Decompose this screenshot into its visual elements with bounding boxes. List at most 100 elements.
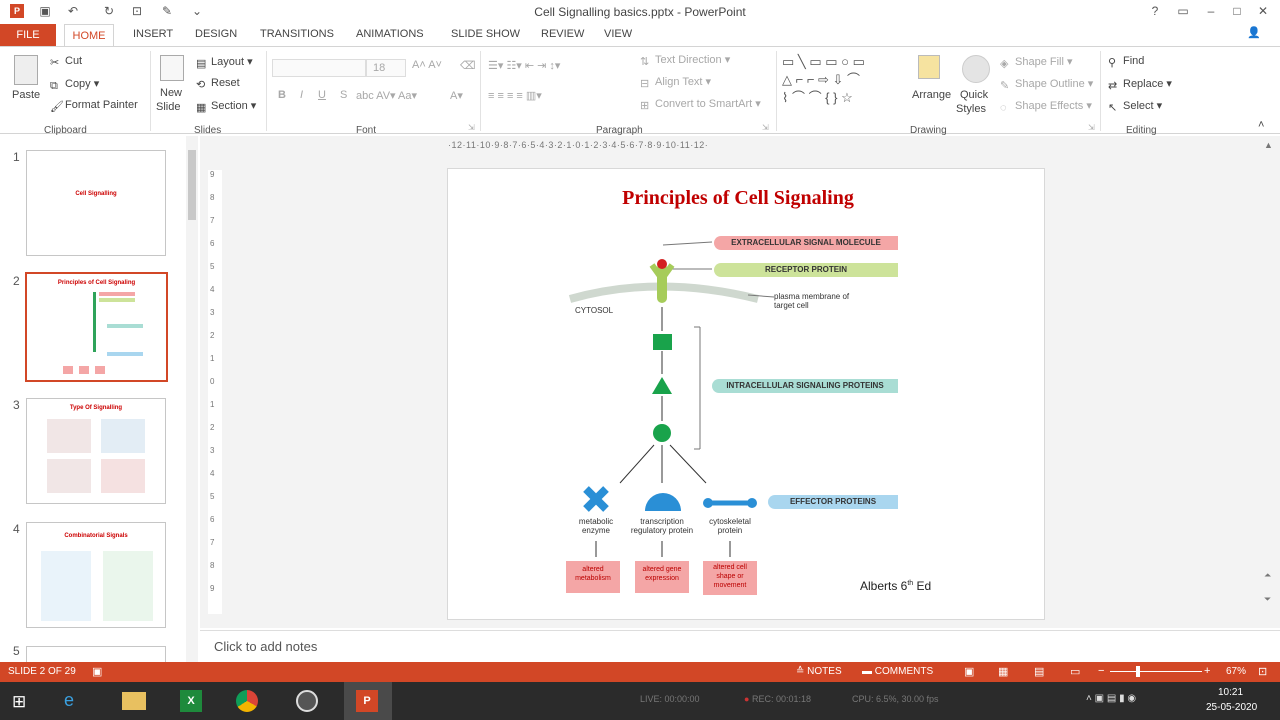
new-slide-icon[interactable] <box>160 55 184 81</box>
internet-explorer-icon[interactable]: e <box>64 690 74 711</box>
tab-transitions[interactable]: TRANSITIONS <box>260 28 334 40</box>
slide-thumbnail[interactable] <box>26 646 166 662</box>
copy-button[interactable]: ⧉ Copy ▾ <box>50 77 99 92</box>
bullets-icon[interactable]: ☰▾ ☷▾ ⇤ ⇥ ↕▾ <box>488 59 560 72</box>
shape-fill-button[interactable]: ◈ Shape Fill ▾ <box>1000 55 1073 70</box>
scroll-thumb[interactable] <box>188 150 196 220</box>
windows-start-icon[interactable]: ⊞ <box>12 692 26 712</box>
label-effector-1[interactable]: metabolic enzyme <box>570 517 622 535</box>
zoom-out-icon[interactable]: − <box>1098 665 1104 677</box>
find-button[interactable]: ⚲ Find <box>1108 55 1144 69</box>
clock-date[interactable]: 25-05-2020 <box>1206 702 1257 713</box>
slide-thumbnail[interactable]: Type Of Signalling <box>26 398 166 504</box>
zoom-slider-thumb[interactable] <box>1136 666 1140 677</box>
collapse-ribbon-icon[interactable]: ˄ <box>1258 119 1264 131</box>
shadow-button[interactable]: S <box>340 89 347 101</box>
slide-thumbnail-selected[interactable]: Principles of Cell Signaling <box>25 272 168 382</box>
label-membrane-1[interactable]: plasma membrane of <box>774 292 849 301</box>
italic-button[interactable]: I <box>300 89 303 101</box>
zoom-slider[interactable] <box>1110 671 1202 672</box>
label-membrane-2[interactable]: target cell <box>774 301 809 310</box>
tab-file[interactable]: FILE <box>0 24 56 46</box>
shape-outline-button[interactable]: ✎ Shape Outline ▾ <box>1000 77 1093 92</box>
paste-icon[interactable] <box>14 55 38 85</box>
font-size-input[interactable]: 18 <box>366 59 406 77</box>
file-explorer-icon[interactable] <box>122 692 146 710</box>
cut-button[interactable]: ✂ Cut <box>50 55 82 69</box>
zoom-level[interactable]: 67% <box>1226 666 1246 677</box>
label-intracellular[interactable]: INTRACELLULAR SIGNALING PROTEINS <box>712 379 898 393</box>
tab-view[interactable]: VIEW <box>604 28 632 40</box>
format-painter-button[interactable]: 🖌Format Painter <box>50 99 138 113</box>
outcome-metabolism[interactable]: altered metabolism <box>566 561 620 593</box>
tab-insert[interactable]: INSERT <box>133 28 173 40</box>
label-receptor[interactable]: RECEPTOR PROTEIN <box>714 263 898 277</box>
convert-smartart-button[interactable]: ⊞ Convert to SmartArt ▾ <box>640 97 761 112</box>
slide-sorter-icon[interactable]: ▦ <box>998 665 1008 678</box>
notes-placeholder[interactable]: Click to add notes <box>214 639 317 654</box>
arrange-icon[interactable] <box>918 55 940 79</box>
drawing-dialog-launcher-icon[interactable]: ⇲ <box>1088 123 1095 132</box>
character-spacing-icon[interactable]: abc AV▾ Aa▾ <box>356 89 417 102</box>
close-icon[interactable]: ✕ <box>1256 4 1270 18</box>
underline-button[interactable]: U <box>318 89 326 101</box>
notes-button[interactable]: ≙ NOTES <box>796 666 842 677</box>
replace-button[interactable]: ⇄ Replace ▾ <box>1108 77 1172 92</box>
paste-button[interactable]: Paste <box>12 89 40 101</box>
tab-review[interactable]: REVIEW <box>541 28 584 40</box>
reset-button[interactable]: ⟲ Reset <box>196 77 240 91</box>
tab-animations[interactable]: ANIMATIONS <box>356 28 424 40</box>
select-button[interactable]: ↖ Select ▾ <box>1108 99 1162 114</box>
notes-pane[interactable]: Click to add notes <box>200 630 1280 662</box>
align-icons[interactable]: ≡ ≡ ≡ ≡ ▥▾ <box>488 89 542 102</box>
arrange-button[interactable]: Arrange <box>912 89 951 101</box>
tab-slide-show[interactable]: SLIDE SHOW <box>451 28 520 40</box>
new-slide-button[interactable]: New <box>160 87 182 99</box>
shape-effects-button[interactable]: ◌ Shape Effects ▾ <box>1000 99 1092 114</box>
bold-button[interactable]: B <box>278 89 286 101</box>
chrome-icon[interactable] <box>236 690 258 712</box>
comments-button[interactable]: ▬ COMMENTS <box>862 666 933 677</box>
help-icon[interactable]: ? <box>1148 4 1162 18</box>
grow-font-icon[interactable]: A˄ A˅ <box>412 59 442 71</box>
maximize-icon[interactable]: □ <box>1230 4 1244 18</box>
quick-styles-icon[interactable] <box>962 55 990 83</box>
outcome-cell-shape[interactable]: altered cell shape or movement <box>703 561 757 595</box>
obs-icon[interactable] <box>296 690 318 712</box>
label-effector[interactable]: EFFECTOR PROTEINS <box>768 495 898 509</box>
fit-to-window-icon[interactable]: ⊡ <box>1258 665 1267 678</box>
powerpoint-taskbar-button[interactable]: P <box>344 682 392 720</box>
font-name-input[interactable] <box>272 59 366 77</box>
reading-view-icon[interactable]: ▤ <box>1034 665 1044 678</box>
zoom-in-icon[interactable]: + <box>1204 665 1210 677</box>
slideshow-icon[interactable]: ▭ <box>1070 665 1080 678</box>
outcome-gene-expression[interactable]: altered gene expression <box>635 561 689 593</box>
text-direction-button[interactable]: ⇅ Text Direction ▾ <box>640 53 730 68</box>
minimize-icon[interactable]: – <box>1204 4 1218 18</box>
shapes-gallery[interactable]: ▭ ╲ ▭ ▭ ○ ▭ △ ⌐ ⌐ ⇨ ⇩ ⌒ ⌇ ⌒ ⌒ { } ☆ <box>782 53 906 111</box>
slide-thumbnail[interactable]: Combinatorial Signals <box>26 522 166 628</box>
section-button[interactable]: ▦ Section ▾ <box>196 99 256 114</box>
paragraph-dialog-launcher-icon[interactable]: ⇲ <box>762 123 769 132</box>
slide-thumbnail[interactable]: Cell Signalling <box>26 150 166 256</box>
normal-view-icon[interactable]: ▣ <box>964 665 974 678</box>
slide-canvas[interactable]: Principles of Cell Signaling EXTRACELLUL… <box>447 168 1045 620</box>
font-dialog-launcher-icon[interactable]: ⇲ <box>468 123 475 132</box>
ribbon-display-options-icon[interactable]: ▭ <box>1176 4 1190 18</box>
tab-home[interactable]: HOME <box>64 24 114 47</box>
align-text-button[interactable]: ⊟ Align Text ▾ <box>640 75 711 90</box>
label-cytosol[interactable]: CYTOSOL <box>575 306 613 315</box>
scroll-up-icon[interactable]: ▲ <box>1264 140 1273 150</box>
font-color-icon[interactable]: A▾ <box>450 89 463 102</box>
label-effector-2[interactable]: transcription regulatory protein <box>622 517 702 535</box>
clear-formatting-icon[interactable]: ⌫ <box>460 59 476 72</box>
layout-button[interactable]: ▤ Layout ▾ <box>196 55 253 70</box>
tray-icons[interactable]: ˄ ▣ ▤ ▮ ◉ <box>1086 693 1136 704</box>
excel-icon[interactable]: X <box>180 690 202 712</box>
previous-slide-icon[interactable]: ⏶ <box>1264 570 1271 581</box>
label-extracellular[interactable]: EXTRACELLULAR SIGNAL MOLECULE <box>714 236 898 250</box>
spell-check-icon[interactable]: ▣ <box>92 665 102 678</box>
label-effector-3[interactable]: cytoskeletal protein <box>702 517 758 535</box>
thumbnails-scrollbar[interactable] <box>186 136 198 662</box>
account-icon[interactable]: 👤 <box>1247 26 1261 39</box>
